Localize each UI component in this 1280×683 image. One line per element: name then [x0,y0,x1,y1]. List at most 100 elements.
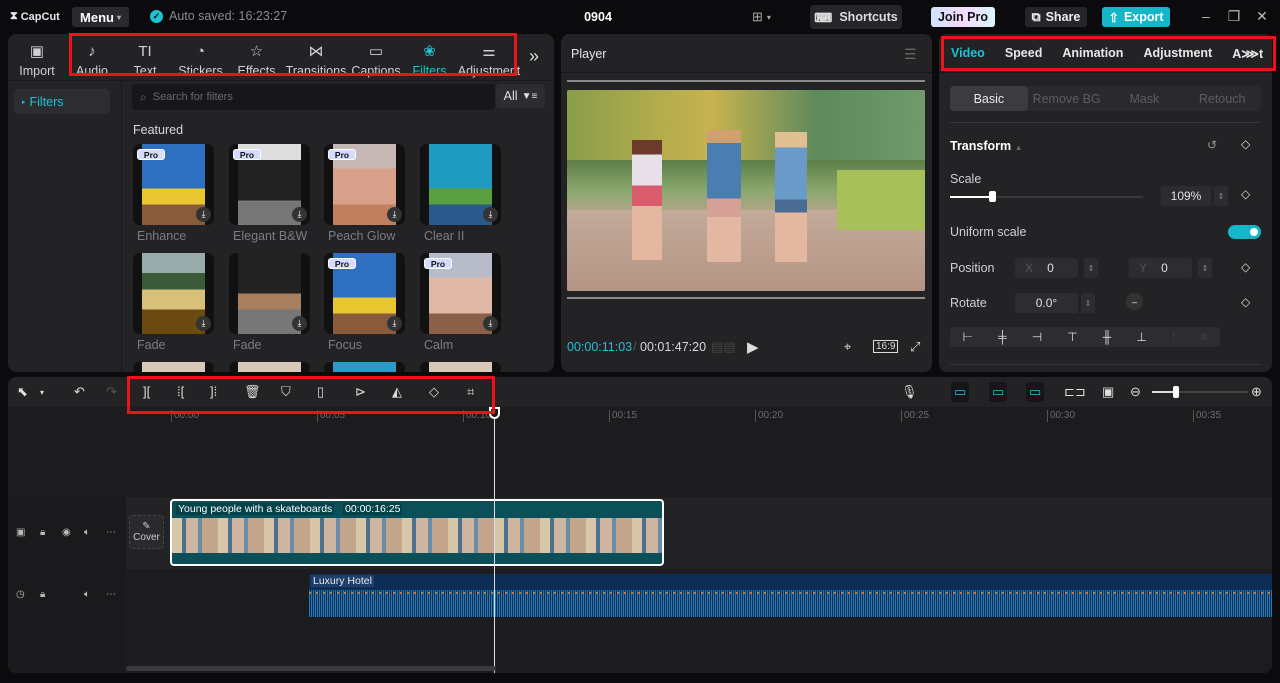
microphone-icon[interactable]: 🎙︎ [901,384,918,400]
tab-filters[interactable]: ❀ Filters [404,40,455,80]
lock-icon[interactable]: 🔒︎ [40,527,45,538]
position-y-input[interactable]: Y0 [1129,258,1192,278]
inspector-tab[interactable]: Animation [1052,46,1133,60]
zoom-out-icon[interactable]: ⊖ [1130,384,1141,400]
filter-card[interactable]: Pro ⤓ [420,253,501,334]
crop-icon[interactable]: ⌗ [467,384,474,400]
sub-tab[interactable]: Mask [1106,86,1184,111]
zoom-in-icon[interactable]: ⊕ [1251,384,1262,400]
filter-card[interactable]: ⤓ [133,253,214,334]
minimize-button[interactable]: – [1196,8,1216,24]
horizontal-scrollbar[interactable] [126,666,496,671]
zoom-fit-icon[interactable]: ▣ [1102,384,1114,400]
linkage-icon[interactable]: ▭ [1026,382,1045,402]
tab-stickers[interactable]: ◔ Stickers [172,40,229,80]
aspect-ratio-button[interactable]: 16:9 [873,340,899,353]
download-icon[interactable]: ⤓ [483,316,498,331]
align-center-v-icon[interactable]: ╫ [1103,330,1112,344]
position-y-stepper[interactable]: ⇕ [1198,258,1212,278]
keyframe-icon[interactable]: ◇ [1241,260,1250,274]
playhead-handle[interactable] [489,407,500,419]
select-cursor-icon[interactable]: ⬉ [17,384,28,400]
menu-button[interactable]: Menu ▾ [72,7,129,27]
tab-effects[interactable]: ☆ Effects [229,40,284,80]
split-left-icon[interactable]: ⁞[ [177,384,184,399]
inspector-tab[interactable]: Video [941,46,995,60]
eye-icon[interactable]: ◉ [62,527,71,538]
download-icon[interactable]: ⤓ [292,207,307,222]
filter-card[interactable]: Pro ⤓ [133,144,214,225]
layout-button[interactable]: ⊞ ▾ [752,9,771,25]
inspector-tab[interactable]: A⋙t [1222,46,1263,61]
filter-card[interactable] [420,362,501,372]
preview-axis-icon[interactable]: ⊏⊐ [1064,384,1086,400]
filter-card[interactable] [229,362,310,372]
scale-stepper[interactable]: ⇕ [1214,186,1228,206]
fit-view-icon[interactable]: ⌖ [844,339,851,355]
more-tabs-button[interactable]: » [529,46,539,67]
more-icon[interactable]: ⋯ [106,589,116,600]
tab-text[interactable]: TI Text [118,40,172,80]
position-x-stepper[interactable]: ⇕ [1084,258,1098,278]
sub-tab[interactable]: Remove BG [1028,86,1106,111]
align-top-icon[interactable]: ⊤ [1067,330,1077,344]
volume-icon[interactable]: 🔈︎ [84,527,90,538]
keyframe-icon[interactable]: ◇ [1241,295,1250,309]
filter-card[interactable]: ⤓ [229,253,310,334]
volume-icon[interactable]: 🔈︎ [84,589,90,600]
tab-transitions[interactable]: ⋈ Transitions [284,40,348,80]
align-left-icon[interactable]: ⊢ [963,330,973,344]
audio-clip[interactable]: Luxury Hotel [309,574,1272,617]
lock-icon[interactable]: 🔒︎ [40,589,45,600]
download-icon[interactable]: ⤓ [196,316,211,331]
delete-icon[interactable]: 🗑︎ [244,384,261,400]
reverse-icon[interactable]: ⊳ [355,384,366,400]
distribute-h-icon[interactable]: ⁞ [1172,330,1175,344]
keyframe-icon[interactable]: ◇ [1241,137,1250,151]
restore-button[interactable]: ❐ [1224,8,1244,25]
scale-slider-handle[interactable] [989,191,997,202]
inspector-tab[interactable]: Adjustment [1133,46,1222,60]
undo-icon[interactable]: ↶ [74,384,85,400]
align-center-h-icon[interactable]: ╪ [998,330,1007,344]
tab-captions[interactable]: ▭ Captions [348,40,404,80]
rotate-stepper[interactable]: ⇕ [1081,293,1095,313]
rotate-dial[interactable]: – [1126,293,1143,310]
position-x-input[interactable]: X0 [1015,258,1078,278]
transform-heading[interactable]: Transform ▲ [950,139,1023,153]
download-icon[interactable]: ⤓ [387,207,402,222]
scale-input[interactable]: 109% [1161,186,1211,206]
uniform-scale-toggle[interactable] [1228,225,1261,239]
cover-button[interactable]: ✎ Cover [129,515,164,549]
time-ruler[interactable]: 00:00 00:05 00:10 00:15 00:20 00:25 00:30 00:35 [125,407,1272,425]
align-right-icon[interactable]: ⊣ [1032,330,1042,344]
tab-audio[interactable]: ♪ Audio [66,40,118,80]
freeze-icon[interactable]: ▯ [317,384,324,400]
sub-tab[interactable]: Basic [950,86,1028,111]
filter-card[interactable]: Pro ⤓ [324,144,405,225]
split-icon[interactable]: ][ [143,384,150,399]
video-preview[interactable] [567,90,925,291]
mirror-icon[interactable]: ◭ [392,384,402,400]
download-icon[interactable]: ⤓ [387,316,402,331]
filter-card[interactable] [324,362,405,372]
close-button[interactable]: ✕ [1252,8,1272,25]
marker-icon[interactable]: ⛉ [281,384,291,400]
filter-all-button[interactable]: All ▼≡ [496,84,545,108]
inspector-tab[interactable]: Speed [995,46,1053,60]
align-bottom-icon[interactable]: ⊥ [1136,330,1146,344]
tab-import[interactable]: ▣ Import [8,40,66,80]
play-button[interactable]: ▶ [747,338,759,356]
project-title[interactable]: 0904 [570,10,626,24]
filter-card[interactable] [133,362,214,372]
redo-icon[interactable]: ↷ [106,384,117,400]
download-icon[interactable]: ⤓ [292,316,307,331]
rotate-input[interactable]: 0.0° [1015,293,1078,313]
scale-slider[interactable] [950,191,1143,202]
share-button[interactable]: ⧉ Share [1025,7,1087,27]
sidebar-item-filters[interactable]: ▸ Filters [14,89,110,114]
filter-card[interactable]: Pro ⤓ [229,144,310,225]
rotate-icon[interactable]: ◇ [429,384,439,400]
tab-adjustment[interactable]: ⚌ Adjustment [455,40,523,80]
chevron-down-icon[interactable]: ▾ [40,388,44,397]
